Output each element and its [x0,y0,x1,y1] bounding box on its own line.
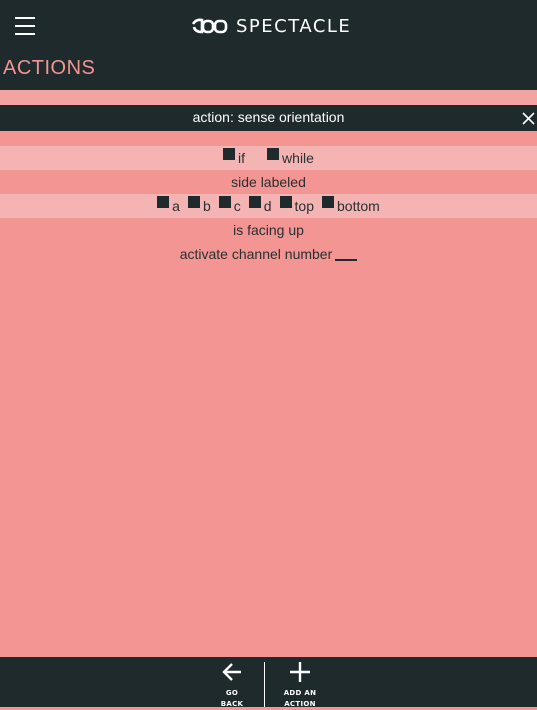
option-side-bottom[interactable]: bottom [322,196,380,214]
facing-text: is facing up [233,222,304,238]
add-action-button[interactable]: ADD AN ACTION [270,657,330,708]
brand-logo: SPECTACLE [192,12,351,40]
plus-icon [290,662,310,682]
arrow-left-icon [222,663,241,681]
checkbox[interactable] [267,148,280,160]
side-labeled-row: side labeled [0,170,537,194]
checkbox[interactable] [248,196,261,208]
option-while[interactable]: while [267,148,314,166]
go-back-button[interactable]: GO BACK [202,657,262,708]
option-label: top [294,198,315,214]
checkbox[interactable] [322,196,335,208]
option-label: d [263,198,272,214]
bottom-nav: GO BACK ADD AN ACTION [0,657,537,708]
side-labeled-text: side labeled [231,174,306,190]
activate-text: activate channel number [179,246,333,262]
checkbox[interactable] [223,148,236,160]
nav-divider [264,662,265,707]
hamburger-menu-icon[interactable] [15,17,35,35]
checkbox[interactable] [279,196,292,208]
option-side-d[interactable]: d [248,196,272,214]
header-strip [0,90,537,105]
option-label: b [202,198,211,214]
option-label: bottom [337,198,380,214]
action-title: action: sense orientation [192,109,345,125]
option-label: while [282,150,314,166]
option-if[interactable]: if [223,148,246,166]
close-icon[interactable] [520,110,536,126]
brand-name: SPECTACLE [236,15,352,37]
glasses-icon [192,18,228,34]
option-label: if [238,150,246,166]
option-side-b[interactable]: b [187,196,211,214]
facing-row: is facing up [0,218,537,242]
side-options-row: a b c d top bottom [0,194,537,218]
top-header: SPECTACLE ACTIONS [0,0,537,90]
option-side-top[interactable]: top [279,196,315,214]
option-label: a [172,198,180,214]
checkbox[interactable] [157,196,170,208]
activate-row: activate channel number [0,242,537,266]
channel-number-input[interactable] [335,259,358,261]
option-side-a[interactable]: a [157,196,180,214]
option-side-c[interactable]: c [218,196,241,214]
checkbox[interactable] [218,196,231,208]
mode-options-row: if while [0,146,537,170]
option-label: c [233,198,241,214]
checkbox[interactable] [187,196,200,208]
section-title: ACTIONS [3,57,96,79]
action-title-bar: action: sense orientation [0,105,537,131]
